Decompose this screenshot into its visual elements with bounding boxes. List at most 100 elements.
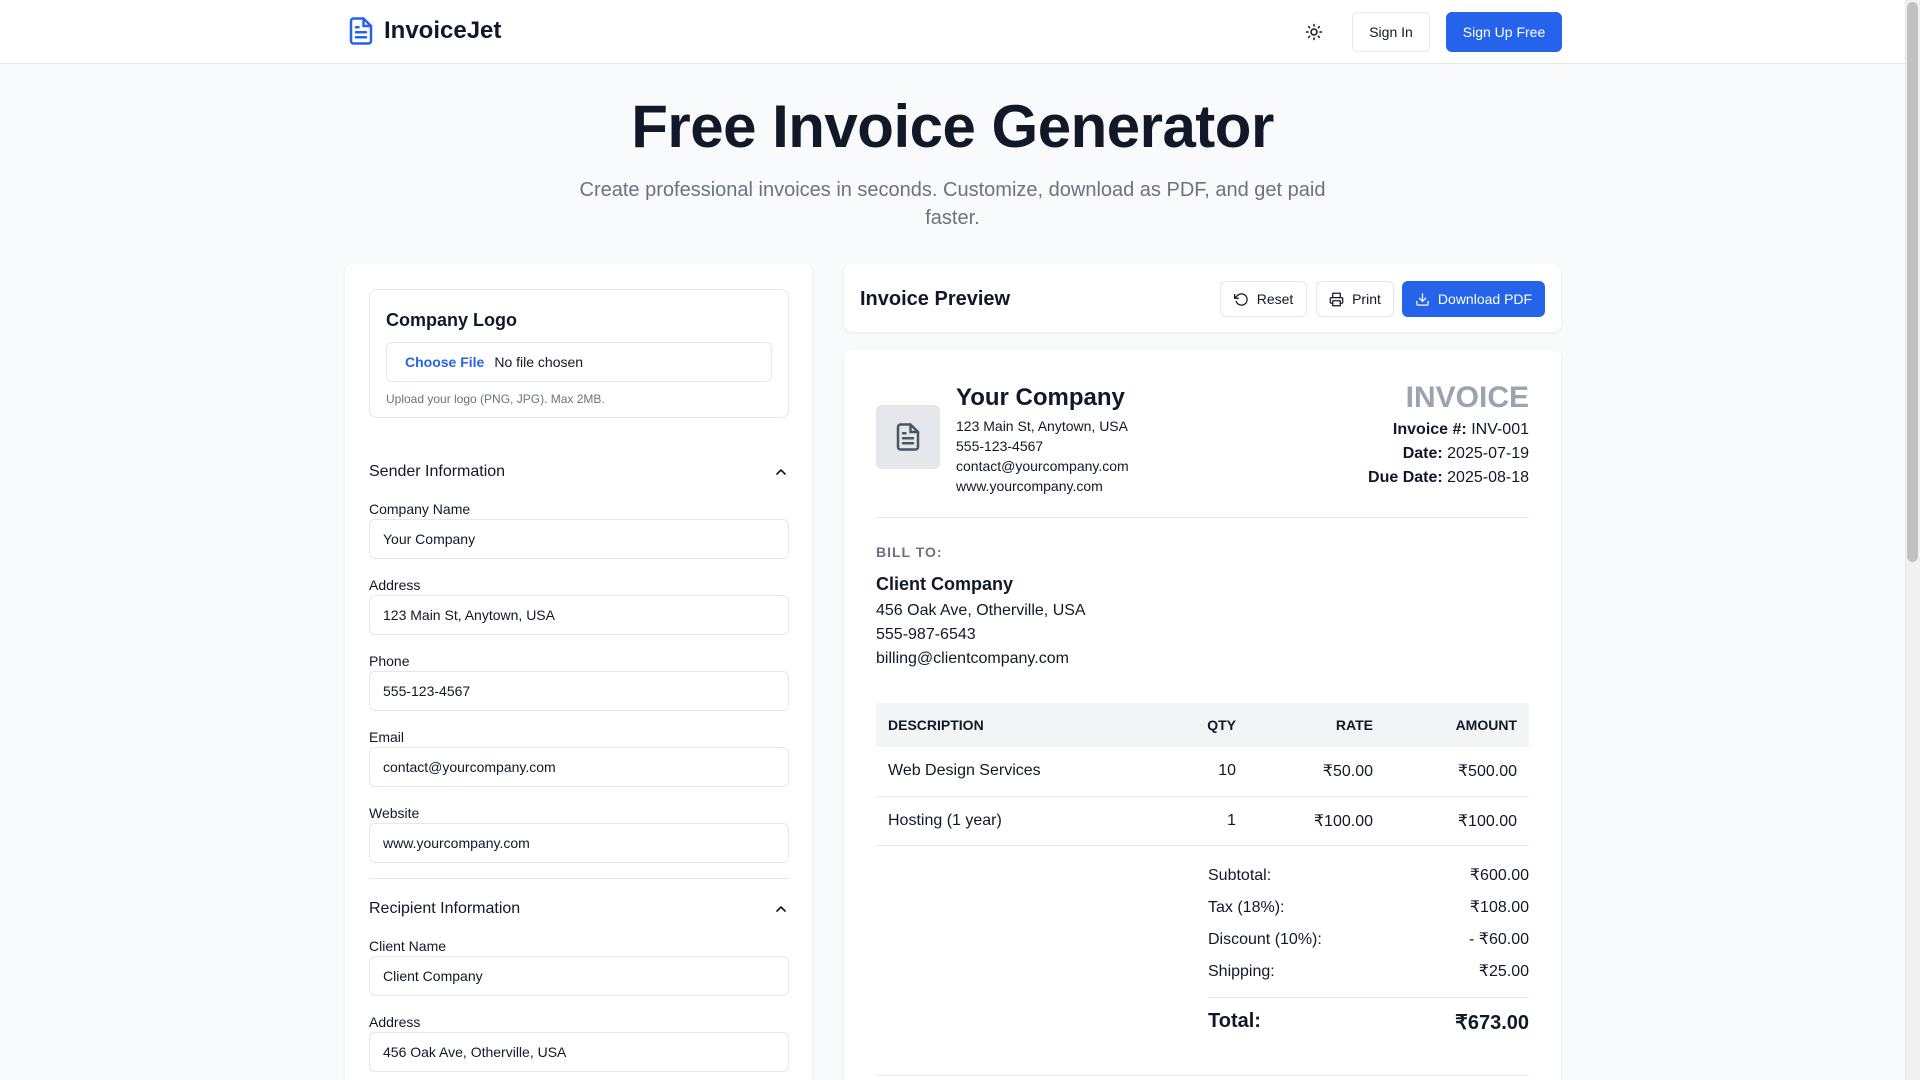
chevron-up-icon [776, 469, 786, 475]
page-subtitle: Create professional invoices in seconds.… [579, 179, 1326, 229]
invoice-due-row: Due Date: 2025-08-18 [1368, 466, 1529, 490]
logo-file-input[interactable]: Choose File No file chosen [386, 342, 772, 382]
company-logo-card: Company Logo Choose File No file chosen … [369, 289, 789, 418]
section-divider [369, 878, 789, 879]
print-label: Print [1352, 291, 1381, 307]
item-amount: ₹100.00 [1373, 796, 1529, 846]
table-header-row: Description Qty Rate Amount [876, 703, 1529, 747]
sender-address-input[interactable] [369, 595, 789, 635]
preview-toolbar: Invoice Preview Reset Print Download PDF [844, 264, 1561, 332]
bill-to-address: 456 Oak Ave, Otherville, USA [876, 602, 1086, 619]
item-description: Web Design Services [876, 747, 1136, 797]
tax-row: Tax (18%): ₹108.00 [1208, 899, 1529, 931]
shipping-row: Shipping: ₹25.00 [1208, 963, 1529, 995]
page-scrollbar[interactable] [1905, 0, 1920, 1080]
invoice-date-row: Date: 2025-07-19 [1368, 442, 1529, 466]
file-text-icon [896, 423, 920, 451]
item-qty: 1 [1136, 796, 1236, 846]
discount-row: Discount (10%): - ₹60.00 [1208, 931, 1529, 963]
brand-logo[interactable]: InvoiceJet [346, 14, 501, 48]
invoice-company-website: www.yourcompany.com [956, 478, 1103, 494]
invoice-company-phone: 555-123-4567 [956, 438, 1044, 454]
sign-up-button[interactable]: Sign Up Free [1446, 12, 1562, 52]
column-header-rate: Rate [1236, 703, 1373, 747]
column-header-description: Description [876, 703, 1136, 747]
client-name-input[interactable] [369, 956, 789, 996]
client-address-input[interactable] [369, 1032, 789, 1072]
discount-value: - ₹60.00 [1469, 931, 1529, 948]
item-rate: ₹100.00 [1236, 796, 1373, 846]
sender-website-input[interactable] [369, 823, 789, 863]
theme-toggle-button[interactable] [1302, 20, 1326, 44]
item-description: Hosting (1 year) [876, 796, 1136, 846]
download-pdf-button[interactable]: Download PDF [1402, 281, 1545, 317]
total-label: Total: [1208, 1010, 1261, 1032]
item-qty: 10 [1136, 747, 1236, 797]
invoice-footer-divider [876, 1075, 1529, 1076]
chevron-up-icon [776, 906, 786, 912]
column-header-amount: Amount [1373, 703, 1529, 747]
subtotal-value: ₹600.00 [1469, 867, 1529, 884]
invoice-number-label: Invoice #: [1392, 421, 1467, 438]
client-address-label: Address [369, 1014, 421, 1030]
tax-label: Tax (18%): [1208, 899, 1285, 916]
item-rate: ₹50.00 [1236, 747, 1373, 797]
bill-to-email: billing@clientcompany.com [876, 650, 1069, 667]
bill-to-label: BILL TO: [876, 544, 943, 560]
invoice-company-email: contact@yourcompany.com [956, 458, 1129, 474]
invoice-number-row: Invoice #: INV-001 [1368, 418, 1529, 442]
bill-to-name: Client Company [876, 574, 1014, 594]
download-icon [1416, 292, 1429, 306]
logo-upload-hint: Upload your logo (PNG, JPG). Max 2MB. [386, 392, 605, 406]
company-name-input[interactable] [369, 519, 789, 559]
client-name-label: Client Name [369, 938, 447, 954]
invoice-sender-block: Your Company 123 Main St, Anytown, USA 5… [956, 384, 1129, 496]
sign-in-button[interactable]: Sign In [1352, 12, 1430, 52]
invoice-company-address: 123 Main St, Anytown, USA [956, 418, 1128, 434]
printer-icon [1329, 292, 1344, 306]
top-header: InvoiceJet Sign In Sign Up Free [0, 0, 1905, 64]
table-row: Hosting (1 year) 1 ₹100.00 ₹100.00 [876, 796, 1529, 846]
sender-section-heading: Sender Information [369, 463, 506, 480]
sender-address-label: Address [369, 577, 421, 593]
logo-placeholder [876, 405, 940, 469]
item-amount: ₹500.00 [1373, 747, 1529, 797]
reset-label: Reset [1256, 291, 1294, 307]
sender-section-toggle[interactable]: Sender Information [369, 460, 789, 484]
invoice-due-date: 2025-08-18 [1447, 469, 1529, 486]
sender-phone-label: Phone [369, 653, 410, 669]
invoice-due-label: Due Date: [1368, 469, 1443, 486]
file-text-icon [349, 17, 373, 45]
invoice-heading: INVOICE [1405, 381, 1529, 414]
invoice-preview: Your Company 123 Main St, Anytown, USA 5… [844, 350, 1561, 1080]
company-logo-title: Company Logo [386, 310, 517, 330]
subtotal-label: Subtotal: [1208, 867, 1272, 884]
total-value: ₹673.00 [1455, 1012, 1529, 1034]
sender-email-input[interactable] [369, 747, 789, 787]
invoice-header-divider [876, 517, 1529, 518]
preview-title: Invoice Preview [860, 288, 1011, 310]
rotate-ccw-icon [1233, 292, 1248, 306]
sender-website-label: Website [369, 805, 420, 821]
line-items-table: Description Qty Rate Amount Web Design S… [876, 703, 1529, 846]
sender-email-label: Email [369, 729, 405, 745]
invoice-form-panel: Company Logo Choose File No file chosen … [345, 264, 812, 1080]
recipient-section-toggle[interactable]: Recipient Information [369, 897, 789, 921]
invoice-company-name: Your Company [956, 384, 1125, 411]
scrollbar-thumb[interactable] [1907, 2, 1918, 562]
invoice-date-label: Date: [1402, 445, 1443, 462]
download-label: Download PDF [1437, 291, 1533, 307]
print-button[interactable]: Print [1316, 281, 1394, 317]
choose-file-button[interactable]: Choose File [405, 354, 484, 370]
discount-label: Discount (10%): [1208, 931, 1322, 948]
sun-icon [1305, 23, 1323, 41]
sender-phone-input[interactable] [369, 671, 789, 711]
tax-value: ₹108.00 [1469, 899, 1529, 916]
totals-block: Subtotal: ₹600.00 Tax (18%): ₹108.00 Dis… [1208, 867, 1529, 1035]
invoice-number: INV-001 [1471, 421, 1529, 438]
table-row: Web Design Services 10 ₹50.00 ₹500.00 [876, 747, 1529, 797]
page-title: Free Invoice Generator [631, 93, 1274, 160]
invoice-date: 2025-07-19 [1447, 445, 1529, 462]
company-name-label: Company Name [369, 501, 471, 517]
reset-button[interactable]: Reset [1220, 281, 1307, 317]
